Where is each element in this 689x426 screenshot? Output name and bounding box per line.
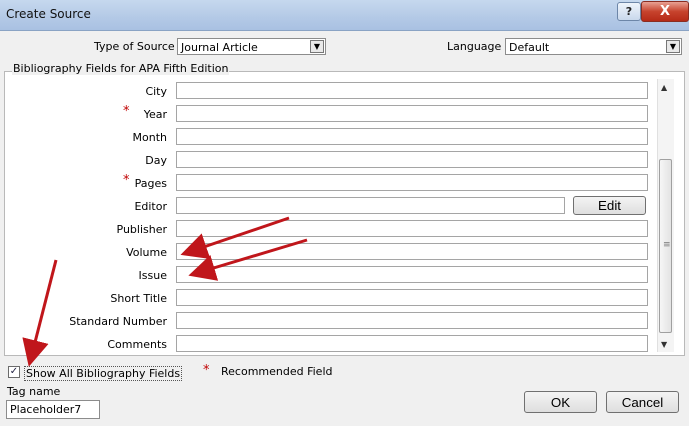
arrow-to-show-all xyxy=(22,259,58,367)
arrow-to-volume xyxy=(180,216,290,259)
annotation-arrows xyxy=(22,216,308,367)
